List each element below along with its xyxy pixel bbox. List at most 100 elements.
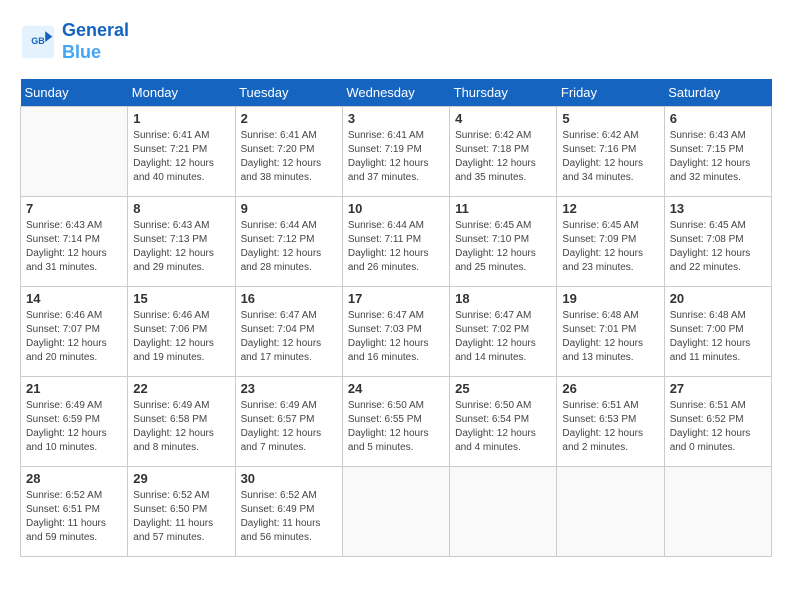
day-info: Sunrise: 6:48 AMSunset: 7:00 PMDaylight:… (670, 309, 766, 365)
calendar-cell: 2 Sunrise: 6:41 AMSunset: 7:20 PMDaylight… (235, 107, 342, 197)
day-number: 28 (26, 471, 122, 486)
calendar-cell: 20Sunrise: 6:48 AMSunset: 7:00 PMDayligh… (664, 287, 771, 377)
page-header: GB GeneralBlue (20, 20, 772, 63)
day-number: 26 (562, 381, 658, 396)
calendar-cell: 8 Sunrise: 6:43 AMSunset: 7:13 PMDaylight… (128, 197, 235, 287)
day-info: Sunrise: 6:50 AMSunset: 6:54 PMDaylight:… (455, 399, 551, 455)
day-number: 11 (455, 201, 551, 216)
calendar-cell: 16 Sunrise: 6:47 AMSunset: 7:04 PMDayligh… (235, 287, 342, 377)
calendar-cell: 18 Sunrise: 6:47 AMSunset: 7:02 PMDayligh… (450, 287, 557, 377)
day-info: Sunrise: 6:44 AMSunset: 7:12 PMDaylight:… (241, 219, 337, 275)
day-number: 7 (26, 201, 122, 216)
day-info: Sunrise: 6:45 AMSunset: 7:09 PMDaylight:… (562, 219, 658, 275)
calendar-header-row: SundayMondayTuesdayWednesdayThursdayFrid… (21, 79, 772, 107)
calendar-cell: 4 Sunrise: 6:42 AMSunset: 7:18 PMDaylight… (450, 107, 557, 197)
day-number: 1 (133, 111, 229, 126)
calendar-cell: 23 Sunrise: 6:49 AMSunset: 6:57 PMDayligh… (235, 377, 342, 467)
logo: GB GeneralBlue (20, 20, 129, 63)
day-info: Sunrise: 6:51 AMSunset: 6:52 PMDaylight:… (670, 399, 766, 455)
calendar-cell (664, 467, 771, 557)
calendar-week-row: 7 Sunrise: 6:43 AMSunset: 7:14 PMDaylight… (21, 197, 772, 287)
calendar-cell: 19 Sunrise: 6:48 AMSunset: 7:01 PMDayligh… (557, 287, 664, 377)
calendar-cell: 28 Sunrise: 6:52 AMSunset: 6:51 PMDayligh… (21, 467, 128, 557)
calendar-cell: 27 Sunrise: 6:51 AMSunset: 6:52 PMDayligh… (664, 377, 771, 467)
calendar-cell: 3 Sunrise: 6:41 AMSunset: 7:19 PMDaylight… (342, 107, 449, 197)
day-number: 5 (562, 111, 658, 126)
calendar-week-row: 1 Sunrise: 6:41 AMSunset: 7:21 PMDaylight… (21, 107, 772, 197)
day-info: Sunrise: 6:42 AMSunset: 7:18 PMDaylight:… (455, 129, 551, 185)
weekday-header: Thursday (450, 79, 557, 107)
day-info: Sunrise: 6:47 AMSunset: 7:04 PMDaylight:… (241, 309, 337, 365)
day-info: Sunrise: 6:41 AMSunset: 7:21 PMDaylight:… (133, 129, 229, 185)
calendar-cell: 29 Sunrise: 6:52 AMSunset: 6:50 PMDayligh… (128, 467, 235, 557)
day-number: 2 (241, 111, 337, 126)
logo-text: GeneralBlue (62, 20, 129, 63)
day-number: 22 (133, 381, 229, 396)
weekday-header: Saturday (664, 79, 771, 107)
day-info: Sunrise: 6:44 AMSunset: 7:11 PMDaylight:… (348, 219, 444, 275)
day-info: Sunrise: 6:52 AMSunset: 6:51 PMDaylight:… (26, 489, 122, 545)
day-number: 24 (348, 381, 444, 396)
day-number: 21 (26, 381, 122, 396)
calendar-week-row: 28 Sunrise: 6:52 AMSunset: 6:51 PMDayligh… (21, 467, 772, 557)
day-info: Sunrise: 6:46 AMSunset: 7:07 PMDaylight:… (26, 309, 122, 365)
day-info: Sunrise: 6:41 AMSunset: 7:19 PMDaylight:… (348, 129, 444, 185)
weekday-header: Sunday (21, 79, 128, 107)
day-number: 12 (562, 201, 658, 216)
day-info: Sunrise: 6:46 AMSunset: 7:06 PMDaylight:… (133, 309, 229, 365)
calendar-cell: 1 Sunrise: 6:41 AMSunset: 7:21 PMDaylight… (128, 107, 235, 197)
day-number: 8 (133, 201, 229, 216)
day-number: 15 (133, 291, 229, 306)
calendar-cell: 26 Sunrise: 6:51 AMSunset: 6:53 PMDayligh… (557, 377, 664, 467)
day-info: Sunrise: 6:43 AMSunset: 7:13 PMDaylight:… (133, 219, 229, 275)
calendar-cell: 10Sunrise: 6:44 AMSunset: 7:11 PMDayligh… (342, 197, 449, 287)
weekday-header: Wednesday (342, 79, 449, 107)
day-number: 13 (670, 201, 766, 216)
day-info: Sunrise: 6:52 AMSunset: 6:49 PMDaylight:… (241, 489, 337, 545)
day-number: 25 (455, 381, 551, 396)
day-number: 19 (562, 291, 658, 306)
calendar-table: SundayMondayTuesdayWednesdayThursdayFrid… (20, 79, 772, 557)
day-number: 17 (348, 291, 444, 306)
calendar-cell: 14Sunrise: 6:46 AMSunset: 7:07 PMDayligh… (21, 287, 128, 377)
day-info: Sunrise: 6:45 AMSunset: 7:08 PMDaylight:… (670, 219, 766, 275)
day-number: 30 (241, 471, 337, 486)
calendar-cell: 22 Sunrise: 6:49 AMSunset: 6:58 PMDayligh… (128, 377, 235, 467)
day-info: Sunrise: 6:43 AMSunset: 7:15 PMDaylight:… (670, 129, 766, 185)
calendar-cell: 30 Sunrise: 6:52 AMSunset: 6:49 PMDayligh… (235, 467, 342, 557)
day-number: 16 (241, 291, 337, 306)
calendar-cell: 11Sunrise: 6:45 AMSunset: 7:10 PMDayligh… (450, 197, 557, 287)
day-info: Sunrise: 6:48 AMSunset: 7:01 PMDaylight:… (562, 309, 658, 365)
day-number: 18 (455, 291, 551, 306)
day-info: Sunrise: 6:47 AMSunset: 7:02 PMDaylight:… (455, 309, 551, 365)
day-info: Sunrise: 6:41 AMSunset: 7:20 PMDaylight:… (241, 129, 337, 185)
logo-icon: GB (20, 24, 56, 60)
day-info: Sunrise: 6:49 AMSunset: 6:59 PMDaylight:… (26, 399, 122, 455)
calendar-cell: 17 Sunrise: 6:47 AMSunset: 7:03 PMDayligh… (342, 287, 449, 377)
calendar-cell: 25 Sunrise: 6:50 AMSunset: 6:54 PMDayligh… (450, 377, 557, 467)
day-number: 29 (133, 471, 229, 486)
day-number: 4 (455, 111, 551, 126)
day-info: Sunrise: 6:50 AMSunset: 6:55 PMDaylight:… (348, 399, 444, 455)
day-info: Sunrise: 6:43 AMSunset: 7:14 PMDaylight:… (26, 219, 122, 275)
day-info: Sunrise: 6:49 AMSunset: 6:58 PMDaylight:… (133, 399, 229, 455)
day-info: Sunrise: 6:42 AMSunset: 7:16 PMDaylight:… (562, 129, 658, 185)
day-number: 3 (348, 111, 444, 126)
calendar-week-row: 14Sunrise: 6:46 AMSunset: 7:07 PMDayligh… (21, 287, 772, 377)
day-number: 23 (241, 381, 337, 396)
day-info: Sunrise: 6:47 AMSunset: 7:03 PMDaylight:… (348, 309, 444, 365)
day-info: Sunrise: 6:49 AMSunset: 6:57 PMDaylight:… (241, 399, 337, 455)
calendar-cell: 6 Sunrise: 6:43 AMSunset: 7:15 PMDaylight… (664, 107, 771, 197)
calendar-cell: 7 Sunrise: 6:43 AMSunset: 7:14 PMDaylight… (21, 197, 128, 287)
calendar-cell (21, 107, 128, 197)
calendar-cell: 15 Sunrise: 6:46 AMSunset: 7:06 PMDayligh… (128, 287, 235, 377)
day-number: 27 (670, 381, 766, 396)
calendar-week-row: 21 Sunrise: 6:49 AMSunset: 6:59 PMDayligh… (21, 377, 772, 467)
day-number: 6 (670, 111, 766, 126)
svg-text:GB: GB (31, 35, 45, 45)
day-info: Sunrise: 6:51 AMSunset: 6:53 PMDaylight:… (562, 399, 658, 455)
calendar-cell: 5 Sunrise: 6:42 AMSunset: 7:16 PMDaylight… (557, 107, 664, 197)
calendar-cell: 13 Sunrise: 6:45 AMSunset: 7:08 PMDayligh… (664, 197, 771, 287)
day-info: Sunrise: 6:52 AMSunset: 6:50 PMDaylight:… (133, 489, 229, 545)
weekday-header: Monday (128, 79, 235, 107)
